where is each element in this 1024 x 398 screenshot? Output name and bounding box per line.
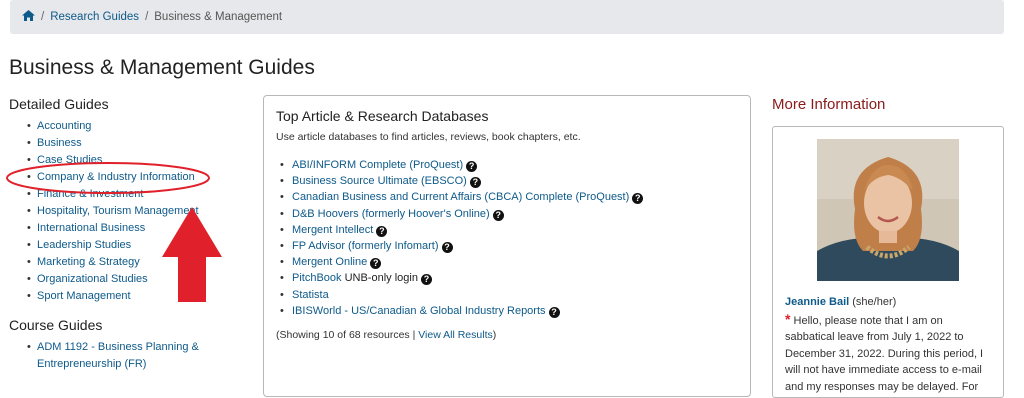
database-link[interactable]: Canadian Business and Current Affairs (C… xyxy=(292,191,629,203)
list-item: Business xyxy=(9,135,249,152)
list-item: Finance & Investment xyxy=(9,186,249,203)
info-icon[interactable]: ? xyxy=(632,193,644,205)
guide-link[interactable]: Finance & Investment xyxy=(37,188,143,200)
detailed-guides-heading: Detailed Guides xyxy=(9,96,109,112)
databases-list: ABI/INFORM Complete (ProQuest)? Business… xyxy=(264,157,750,319)
info-icon[interactable]: ? xyxy=(548,306,560,318)
info-icon[interactable]: ? xyxy=(466,161,478,172)
databases-heading: Top Article & Research Databases xyxy=(276,108,489,124)
database-link[interactable]: Statista xyxy=(292,289,329,301)
profile-text: Jeannie Bail (she/her) * Hello, please n… xyxy=(785,294,995,395)
database-link[interactable]: IBISWorld - US/Canadian & Global Industr… xyxy=(292,305,546,317)
list-item: Company & Industry Information xyxy=(9,169,249,186)
info-icon[interactable]: ? xyxy=(370,258,382,270)
page-title: Business & Management Guides xyxy=(9,56,315,79)
info-icon[interactable]: ? xyxy=(376,225,388,237)
guide-link[interactable]: International Business xyxy=(37,222,145,234)
breadcrumb-separator: / xyxy=(145,11,149,23)
list-item: Leadership Studies xyxy=(9,237,249,254)
list-item: D&B Hoovers (formerly Hoover's Online)? xyxy=(264,206,750,222)
guide-link[interactable]: Business xyxy=(37,137,82,149)
info-icon[interactable]: ? xyxy=(420,274,432,286)
info-icon[interactable]: ? xyxy=(469,177,481,189)
databases-box: Top Article & Research Databases Use art… xyxy=(263,95,751,397)
list-item: FP Advisor (formerly Infomart)? xyxy=(264,238,750,254)
profile-name[interactable]: Jeannie Bail xyxy=(785,296,849,308)
list-item: Mergent Intellect? xyxy=(264,222,750,238)
list-item: Business Source Ultimate (EBSCO)? xyxy=(264,173,750,190)
info-icon[interactable]: ? xyxy=(492,209,504,221)
list-item: Accounting xyxy=(9,118,249,135)
guide-link[interactable]: Hospitality, Tourism Management xyxy=(37,205,199,217)
list-item: PitchBook UNB-only login? xyxy=(264,270,750,287)
profile-photo xyxy=(817,139,959,281)
guide-link[interactable]: Leadership Studies xyxy=(37,239,131,251)
list-item: Marketing & Strategy xyxy=(9,254,249,271)
database-link[interactable]: Mergent Intellect xyxy=(292,224,373,236)
database-link[interactable]: ABI/INFORM Complete (ProQuest) xyxy=(292,159,463,171)
list-item: Canadian Business and Current Affairs (C… xyxy=(264,189,750,206)
more-information-heading: More Information xyxy=(772,96,886,113)
list-item: Case Studies xyxy=(9,152,249,169)
database-link[interactable]: D&B Hoovers (formerly Hoover's Online) xyxy=(292,208,490,220)
profile-note: Hello, please note that I am on sabbatic… xyxy=(785,314,984,393)
profile-box: Jeannie Bail (she/her) * Hello, please n… xyxy=(772,126,1004,398)
guide-link[interactable]: Sport Management xyxy=(37,290,131,302)
guides-column: Detailed Guides Accounting Business Case… xyxy=(9,96,249,373)
profile-pronouns: (she/her) xyxy=(849,296,897,308)
course-guides-list: ADM 1192 - Business Planning & Entrepren… xyxy=(9,339,249,373)
breadcrumb: / Research Guides / Business & Managemen… xyxy=(10,0,1004,34)
showing-text: (Showing 10 of 68 resources | xyxy=(276,329,419,342)
breadcrumb-research-guides[interactable]: Research Guides xyxy=(50,11,139,23)
breadcrumb-separator: / xyxy=(41,11,45,23)
guide-link[interactable]: Company & Industry Information xyxy=(37,171,195,183)
list-item: ADM 1192 - Business Planning & Entrepren… xyxy=(9,339,249,373)
showing-count: (Showing 10 of 68 resources | View All R… xyxy=(276,329,750,341)
databases-description: Use article databases to find articles, … xyxy=(276,131,581,143)
database-note: UNB-only login xyxy=(341,272,418,285)
list-item: Sport Management xyxy=(9,288,249,305)
database-link[interactable]: PitchBook xyxy=(292,272,342,284)
list-item: ABI/INFORM Complete (ProQuest)? xyxy=(264,157,750,173)
list-item: International Business xyxy=(9,220,249,237)
guide-link[interactable]: Accounting xyxy=(37,120,91,132)
list-item: Statista xyxy=(264,287,750,303)
course-guides-heading: Course Guides xyxy=(9,317,103,333)
list-item: Hospitality, Tourism Management xyxy=(9,203,249,220)
guide-link[interactable]: Organizational Studies xyxy=(37,273,148,285)
list-item: Mergent Online? xyxy=(264,254,750,271)
home-icon[interactable] xyxy=(22,10,35,24)
guide-link[interactable]: Case Studies xyxy=(37,154,102,166)
info-icon[interactable]: ? xyxy=(441,242,453,254)
list-item: IBISWorld - US/Canadian & Global Industr… xyxy=(264,303,750,319)
database-link[interactable]: Business Source Ultimate (EBSCO) xyxy=(292,175,467,187)
course-guide-link[interactable]: ADM 1192 - Business Planning & Entrepren… xyxy=(37,341,199,370)
breadcrumb-current: Business & Management xyxy=(154,11,283,23)
database-link[interactable]: FP Advisor (formerly Infomart) xyxy=(292,240,439,252)
guide-link[interactable]: Marketing & Strategy xyxy=(37,256,140,268)
view-all-link[interactable]: View All Results xyxy=(418,329,493,341)
list-item: Organizational Studies xyxy=(9,271,249,288)
detailed-guides-list: Accounting Business Case Studies Company… xyxy=(9,118,249,305)
showing-close: ) xyxy=(492,329,497,342)
database-link[interactable]: Mergent Online xyxy=(292,256,367,268)
